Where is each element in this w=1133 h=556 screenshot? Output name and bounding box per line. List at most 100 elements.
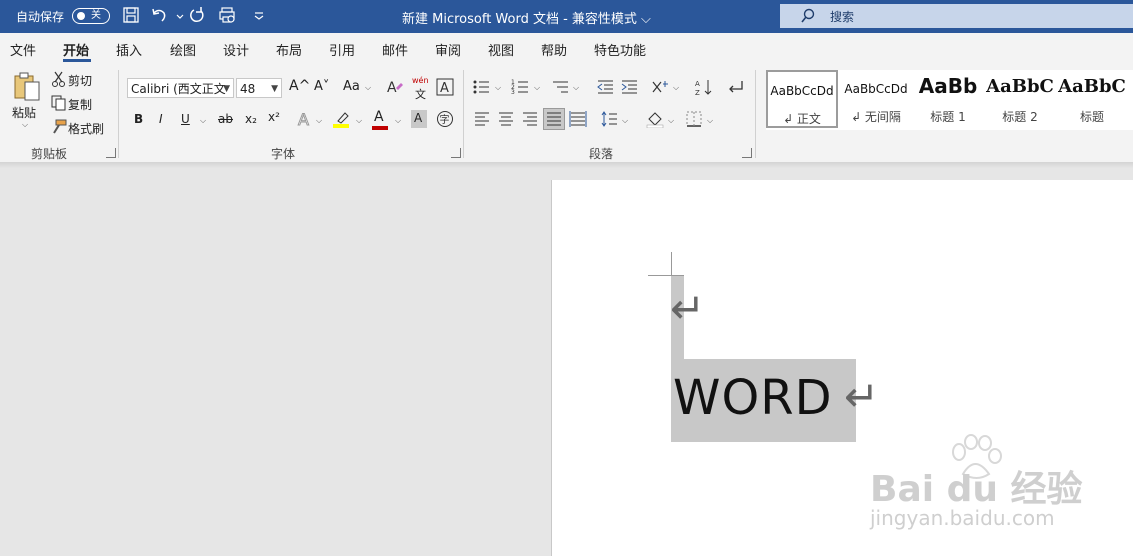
tab-file[interactable]: 文件 bbox=[10, 40, 36, 59]
paste-label[interactable]: 粘贴 bbox=[12, 104, 36, 121]
styles-gallery: AaBbCcDd ↲ 正文 AaBbCcDd ↲ 无间隔 AaBb 标题 1 A… bbox=[766, 70, 1133, 130]
shading-dropdown-icon[interactable]: ⌵ bbox=[668, 117, 674, 125]
print-preview-icon[interactable] bbox=[218, 6, 238, 26]
grow-font-button[interactable]: A^ bbox=[289, 78, 310, 94]
font-size-value: 48 bbox=[240, 82, 256, 96]
format-painter-button[interactable]: 格式刷 bbox=[68, 120, 104, 137]
chinese-layout-icon[interactable] bbox=[651, 78, 669, 96]
style-no-spacing[interactable]: AaBbCcDd ↲ 无间隔 bbox=[840, 70, 912, 128]
svg-text:字: 字 bbox=[440, 113, 450, 126]
italic-button[interactable]: I bbox=[159, 112, 163, 126]
style-preview: AaBbC bbox=[1058, 76, 1126, 97]
text-effects-dropdown-icon[interactable]: ⌵ bbox=[316, 117, 322, 125]
distributed-icon[interactable] bbox=[569, 110, 587, 128]
margin-crop-mark bbox=[671, 252, 672, 276]
tab-home[interactable]: 开始 bbox=[63, 40, 89, 59]
font-size-combo[interactable]: 48 ▼ bbox=[236, 78, 282, 98]
tab-mailings[interactable]: 邮件 bbox=[382, 40, 408, 59]
character-border-icon[interactable]: A bbox=[436, 78, 454, 96]
numbering-icon[interactable]: 123 bbox=[511, 78, 529, 96]
chevron-down-icon: ▼ bbox=[223, 84, 230, 94]
style-heading-2[interactable]: AaBbC 标题 2 bbox=[984, 70, 1056, 128]
paragraph-mark: ↵ bbox=[844, 372, 880, 421]
justify-icon bbox=[545, 110, 563, 128]
tab-view[interactable]: 视图 bbox=[488, 40, 514, 59]
borders-dropdown-icon[interactable]: ⌵ bbox=[707, 117, 713, 125]
bold-button[interactable]: B bbox=[134, 112, 143, 126]
font-color-swatch bbox=[372, 126, 388, 130]
show-paragraph-marks-icon[interactable] bbox=[726, 78, 744, 96]
paste-dropdown-icon[interactable]: ⌵ bbox=[22, 121, 28, 129]
tab-special-features[interactable]: 特色功能 bbox=[594, 40, 646, 59]
undo-icon[interactable] bbox=[150, 6, 170, 26]
cut-button[interactable]: 剪切 bbox=[68, 72, 92, 89]
style-name: 标题 bbox=[1079, 110, 1104, 124]
underline-button[interactable]: U bbox=[181, 112, 190, 126]
highlight-dropdown-icon[interactable]: ⌵ bbox=[356, 117, 362, 125]
tab-design[interactable]: 设计 bbox=[223, 40, 249, 59]
group-divider bbox=[755, 70, 756, 158]
font-name-combo[interactable]: Calibri (西文正文 ▼ bbox=[127, 78, 234, 98]
document-page[interactable]: ↵ WORD ↵ Bai du 经验 jingyan.baidu.com bbox=[551, 180, 1133, 556]
style-title[interactable]: AaBbC 标题 bbox=[1056, 70, 1128, 128]
tab-references[interactable]: 引用 bbox=[329, 40, 355, 59]
paste-icon[interactable] bbox=[13, 72, 41, 102]
character-shading-icon[interactable]: A bbox=[411, 110, 427, 128]
chevron-down-icon: ▼ bbox=[271, 84, 278, 94]
tab-draw[interactable]: 绘图 bbox=[170, 40, 196, 59]
justify-button[interactable] bbox=[543, 108, 565, 130]
clear-formatting-icon[interactable]: A bbox=[386, 78, 404, 96]
change-case-dropdown-icon[interactable]: ⌵ bbox=[365, 84, 371, 92]
text-effects-icon[interactable]: A bbox=[296, 110, 314, 130]
shading-icon[interactable] bbox=[646, 110, 664, 129]
line-spacing-icon[interactable] bbox=[600, 110, 618, 128]
sort-icon[interactable]: AZ bbox=[695, 78, 713, 97]
paragraph-dialog-launcher[interactable] bbox=[742, 148, 752, 158]
align-center-icon[interactable] bbox=[497, 110, 515, 128]
bullets-dropdown-icon[interactable]: ⌵ bbox=[495, 84, 501, 92]
change-case-button[interactable]: Aa bbox=[343, 79, 360, 94]
multilevel-list-icon[interactable] bbox=[551, 78, 569, 96]
line-spacing-dropdown-icon[interactable]: ⌵ bbox=[622, 117, 628, 125]
clipboard-group-label: 剪贴板 bbox=[31, 147, 68, 161]
watermark-brand: Bai du 经验 bbox=[870, 469, 1083, 510]
subscript-button[interactable]: x₂ bbox=[245, 112, 257, 126]
underline-dropdown-icon[interactable]: ⌵ bbox=[200, 117, 206, 125]
style-normal[interactable]: AaBbCcDd ↲ 正文 bbox=[766, 70, 838, 128]
multilevel-dropdown-icon[interactable]: ⌵ bbox=[573, 84, 579, 92]
phonetic-guide-button[interactable]: wén bbox=[412, 76, 429, 85]
font-color-dropdown-icon[interactable]: ⌵ bbox=[395, 117, 401, 125]
increase-indent-icon[interactable] bbox=[620, 78, 638, 96]
borders-icon[interactable] bbox=[685, 110, 703, 128]
save-icon[interactable] bbox=[122, 6, 142, 26]
tab-insert[interactable]: 插入 bbox=[116, 40, 142, 59]
align-left-icon[interactable] bbox=[473, 110, 491, 128]
scissors-icon bbox=[50, 70, 68, 88]
tab-layout[interactable]: 布局 bbox=[276, 40, 302, 59]
highlighter-icon[interactable] bbox=[332, 110, 350, 128]
style-preview: AaBbCcDd bbox=[770, 84, 834, 98]
tab-review[interactable]: 审阅 bbox=[435, 40, 461, 59]
chinese-layout-dropdown-icon[interactable]: ⌵ bbox=[673, 84, 679, 92]
shrink-font-button[interactable]: A˅ bbox=[314, 79, 329, 94]
font-dialog-launcher[interactable] bbox=[451, 148, 461, 158]
align-right-icon[interactable] bbox=[521, 110, 539, 128]
tab-help[interactable]: 帮助 bbox=[541, 40, 567, 59]
customize-qat-icon[interactable] bbox=[250, 6, 264, 26]
copy-button[interactable]: 复制 bbox=[68, 96, 92, 113]
bullets-icon[interactable] bbox=[472, 78, 490, 96]
font-color-button[interactable]: A bbox=[374, 109, 384, 125]
decrease-indent-icon[interactable] bbox=[596, 78, 614, 96]
document-text[interactable]: WORD bbox=[673, 370, 833, 426]
autosave-toggle[interactable]: 关 bbox=[72, 8, 110, 24]
redo-icon[interactable] bbox=[188, 6, 208, 26]
clipboard-dialog-launcher[interactable] bbox=[106, 148, 116, 158]
numbering-dropdown-icon[interactable]: ⌵ bbox=[534, 84, 540, 92]
group-divider bbox=[463, 70, 464, 158]
undo-dropdown-icon[interactable] bbox=[171, 6, 184, 26]
strikethrough-button[interactable]: ab bbox=[218, 112, 233, 126]
superscript-button[interactable]: x² bbox=[268, 110, 280, 124]
style-heading-1[interactable]: AaBb 标题 1 bbox=[912, 70, 984, 128]
enclose-characters-icon[interactable]: 字 bbox=[436, 110, 454, 128]
search-box[interactable]: 搜索 bbox=[780, 4, 1133, 28]
